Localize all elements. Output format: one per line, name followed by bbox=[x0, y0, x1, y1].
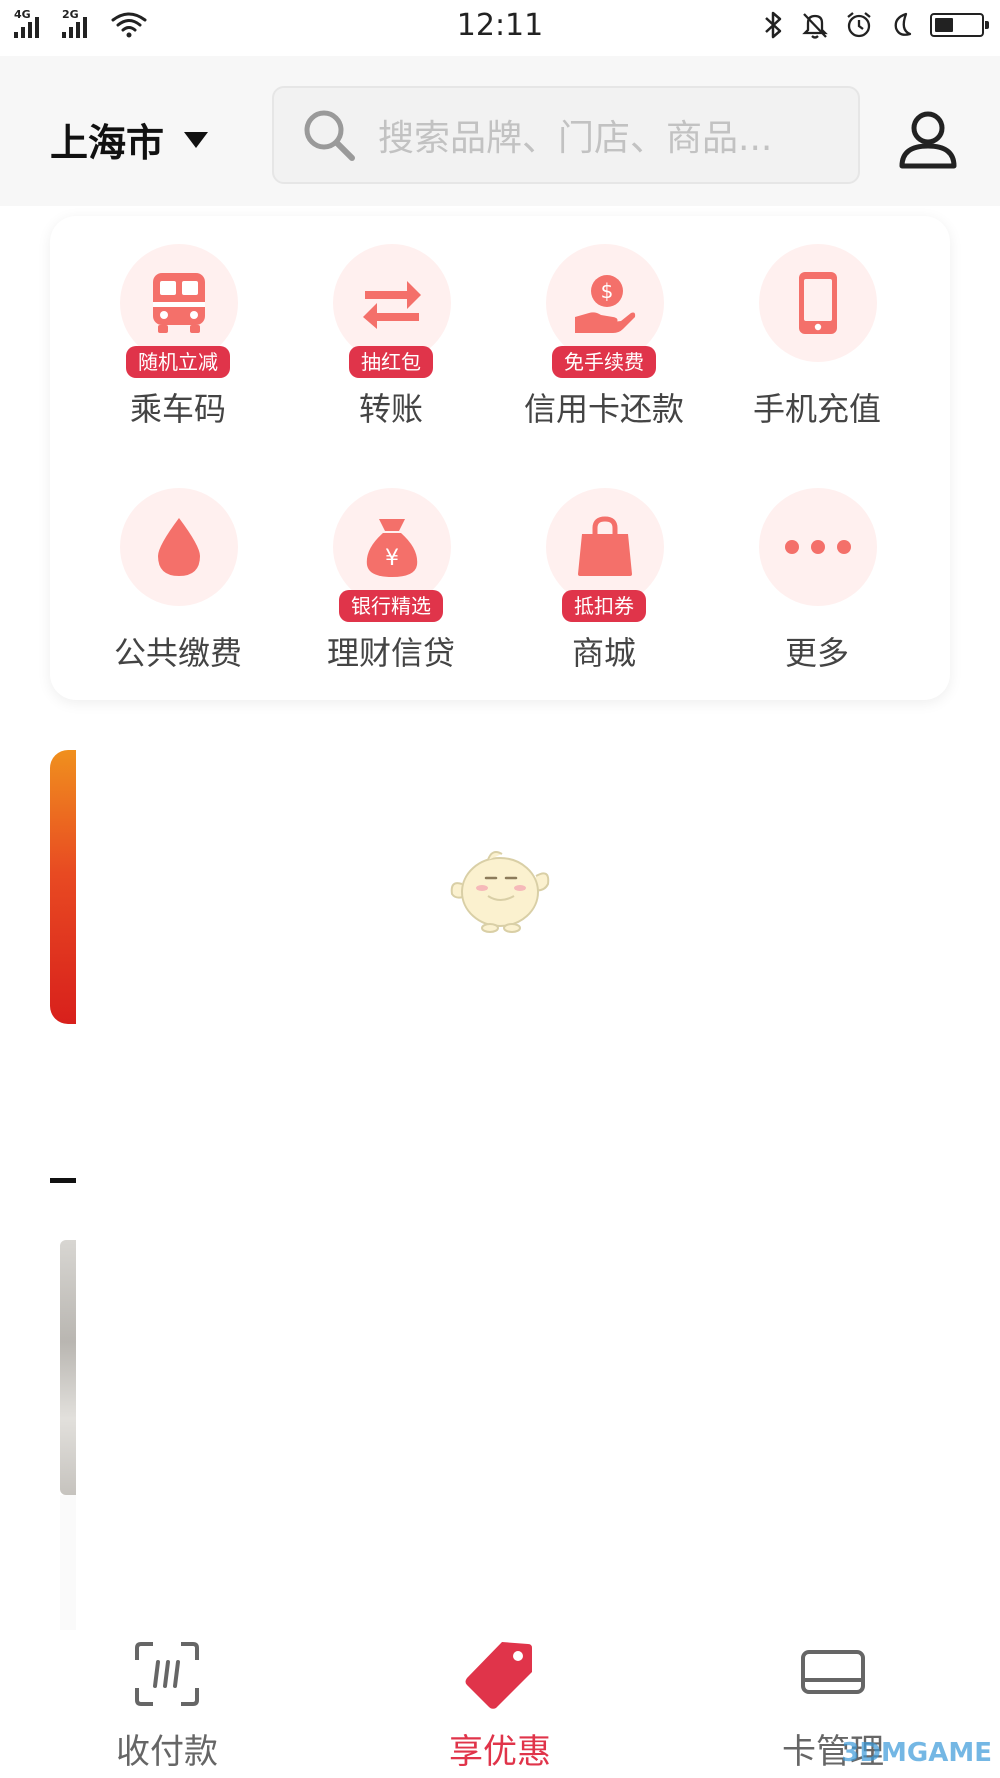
service-badge: 银行精选 bbox=[339, 590, 443, 622]
status-bar: 4G 2G 12:11 bbox=[0, 0, 1000, 56]
service-icon-bg bbox=[759, 488, 877, 606]
service-badge: 免手续费 bbox=[552, 346, 656, 378]
status-right bbox=[760, 10, 989, 40]
shopping-bag-icon bbox=[578, 516, 632, 576]
money-bag-icon: ¥ bbox=[366, 519, 418, 577]
card-icon bbox=[801, 1650, 865, 1694]
search-bar[interactable]: 搜索品牌、门店、商品... bbox=[272, 86, 860, 184]
service-icon-bg bbox=[333, 244, 451, 362]
service-wealth-loans[interactable]: ¥ 银行精选 理财信贷 bbox=[291, 460, 491, 672]
service-icon-bg: ¥ bbox=[333, 488, 451, 606]
content-card-edge bbox=[60, 1495, 76, 1630]
service-badge: 抽红包 bbox=[349, 346, 433, 378]
bluetooth-icon bbox=[765, 11, 782, 39]
svg-text:$: $ bbox=[601, 279, 614, 303]
caret-down-icon bbox=[184, 131, 209, 148]
service-label: 信用卡还款 bbox=[523, 390, 684, 428]
header: 上海市 搜索品牌、门店、商品... bbox=[0, 56, 1000, 206]
bus-icon bbox=[153, 273, 205, 333]
transfer-arrows-icon bbox=[363, 281, 421, 329]
moon-icon bbox=[894, 12, 912, 36]
service-label: 公共缴费 bbox=[113, 634, 242, 672]
price-tag-icon bbox=[465, 1642, 532, 1709]
loading-mascot-icon bbox=[450, 851, 550, 933]
banner-carousel-edge[interactable] bbox=[50, 750, 76, 1024]
service-bus-code[interactable]: 随机立减 乘车码 bbox=[78, 216, 278, 428]
service-label: 商城 bbox=[571, 634, 636, 672]
service-mall[interactable]: 抵扣券 商城 bbox=[504, 460, 704, 672]
service-icon-bg: $ bbox=[546, 244, 664, 362]
service-label: 手机充值 bbox=[752, 390, 881, 428]
service-more[interactable]: 更多 bbox=[717, 460, 917, 672]
nav-tab-pay[interactable]: 收付款 bbox=[67, 1638, 267, 1773]
mobile-phone-icon bbox=[799, 272, 837, 334]
watermark-logo: 3DMGAME bbox=[841, 1738, 992, 1768]
nav-tab-label: 收付款 bbox=[116, 1732, 218, 1772]
city-name: 上海市 bbox=[50, 121, 165, 165]
search-placeholder: 搜索品牌、门店、商品... bbox=[378, 118, 773, 159]
nav-tab-label: 享优惠 bbox=[449, 1732, 551, 1772]
service-icon-bg bbox=[759, 244, 877, 362]
service-icon-bg bbox=[120, 488, 238, 606]
service-label: 转账 bbox=[358, 390, 423, 428]
service-badge: 抵扣券 bbox=[562, 590, 646, 622]
service-label: 乘车码 bbox=[129, 390, 226, 428]
silent-bell-icon bbox=[802, 13, 828, 39]
alarm-clock-icon bbox=[847, 12, 871, 38]
user-profile-icon[interactable] bbox=[896, 108, 960, 172]
service-label: 理财信贷 bbox=[326, 634, 455, 672]
section-title-underline bbox=[50, 1178, 76, 1183]
services-card: 随机立减 乘车码 抽红包 转账 $ 免手续费 信用卡还款 手机充值 公共缴费 ¥… bbox=[50, 216, 950, 700]
service-badge: 随机立减 bbox=[126, 346, 230, 378]
scan-pay-icon bbox=[135, 1642, 199, 1706]
hand-coin-icon: $ bbox=[575, 275, 636, 333]
nav-tab-offers[interactable]: 享优惠 bbox=[400, 1638, 600, 1773]
battery-icon bbox=[930, 13, 989, 37]
service-credit-card-repay[interactable]: $ 免手续费 信用卡还款 bbox=[504, 216, 704, 428]
city-selector[interactable]: 上海市 bbox=[50, 112, 209, 167]
service-icon-bg bbox=[120, 244, 238, 362]
service-transfer[interactable]: 抽红包 转账 bbox=[291, 216, 491, 428]
svg-text:¥: ¥ bbox=[385, 546, 399, 571]
service-icon-bg bbox=[546, 488, 664, 606]
battery-level bbox=[935, 18, 953, 32]
water-drop-icon bbox=[158, 518, 200, 576]
service-phone-recharge[interactable]: 手机充值 bbox=[717, 216, 917, 428]
section-title-edge bbox=[48, 1105, 76, 1165]
search-icon bbox=[304, 110, 355, 161]
more-dots-icon bbox=[785, 540, 851, 554]
content-image-edge[interactable] bbox=[60, 1240, 76, 1495]
service-label: 更多 bbox=[784, 634, 849, 672]
service-utility-bills[interactable]: 公共缴费 bbox=[78, 460, 278, 672]
